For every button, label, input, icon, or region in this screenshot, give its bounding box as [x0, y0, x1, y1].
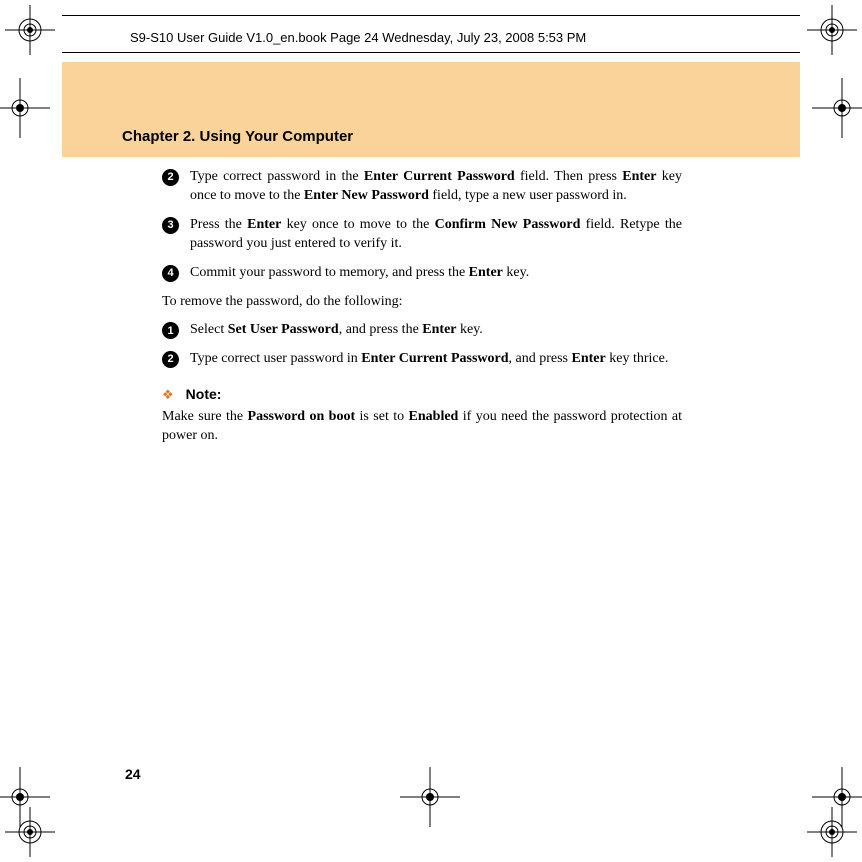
header-rule: [62, 15, 800, 16]
note-text: Make sure the Password on boot is set to…: [162, 408, 682, 446]
page-content: 2 Type correct password in the Enter Cur…: [162, 168, 682, 446]
step-item: 2 Type correct user password in Enter Cu…: [162, 350, 682, 369]
note-header: ❖ Note:: [162, 385, 682, 404]
step-number-icon: 2: [162, 350, 190, 369]
intro-text: To remove the password, do the following…: [162, 293, 682, 312]
step-text: Select Set User Password, and press the …: [190, 321, 682, 340]
note-section: ❖ Note: Make sure the Password on boot i…: [162, 385, 682, 446]
crop-cross-icon: [0, 767, 50, 832]
crop-cross-icon: [0, 78, 50, 143]
crop-cross-icon: [400, 767, 460, 832]
diamond-bullet-icon: ❖: [162, 386, 174, 404]
step-number-icon: 2: [162, 168, 190, 206]
step-number-icon: 4: [162, 264, 190, 283]
document-header: S9-S10 User Guide V1.0_en.book Page 24 W…: [130, 30, 586, 45]
page-number: 24: [125, 766, 141, 782]
crop-cross-icon: [812, 767, 862, 832]
chapter-header-band: Chapter 2. Using Your Computer: [62, 62, 800, 157]
note-label: Note:: [186, 385, 222, 404]
crop-mark-icon: [807, 5, 857, 55]
chapter-title: Chapter 2. Using Your Computer: [122, 128, 353, 145]
step-item: 2 Type correct password in the Enter Cur…: [162, 168, 682, 206]
step-text: Press the Enter key once to move to the …: [190, 216, 682, 254]
step-number-icon: 1: [162, 321, 190, 340]
crop-mark-icon: [5, 5, 55, 55]
step-text: Commit your password to memory, and pres…: [190, 264, 682, 283]
step-number-icon: 3: [162, 216, 190, 254]
step-item: 1 Select Set User Password, and press th…: [162, 321, 682, 340]
step-text: Type correct user password in Enter Curr…: [190, 350, 682, 369]
step-item: 3 Press the Enter key once to move to th…: [162, 216, 682, 254]
crop-cross-icon: [812, 78, 862, 143]
step-item: 4 Commit your password to memory, and pr…: [162, 264, 682, 283]
step-text: Type correct password in the Enter Curre…: [190, 168, 682, 206]
header-rule: [62, 52, 800, 53]
